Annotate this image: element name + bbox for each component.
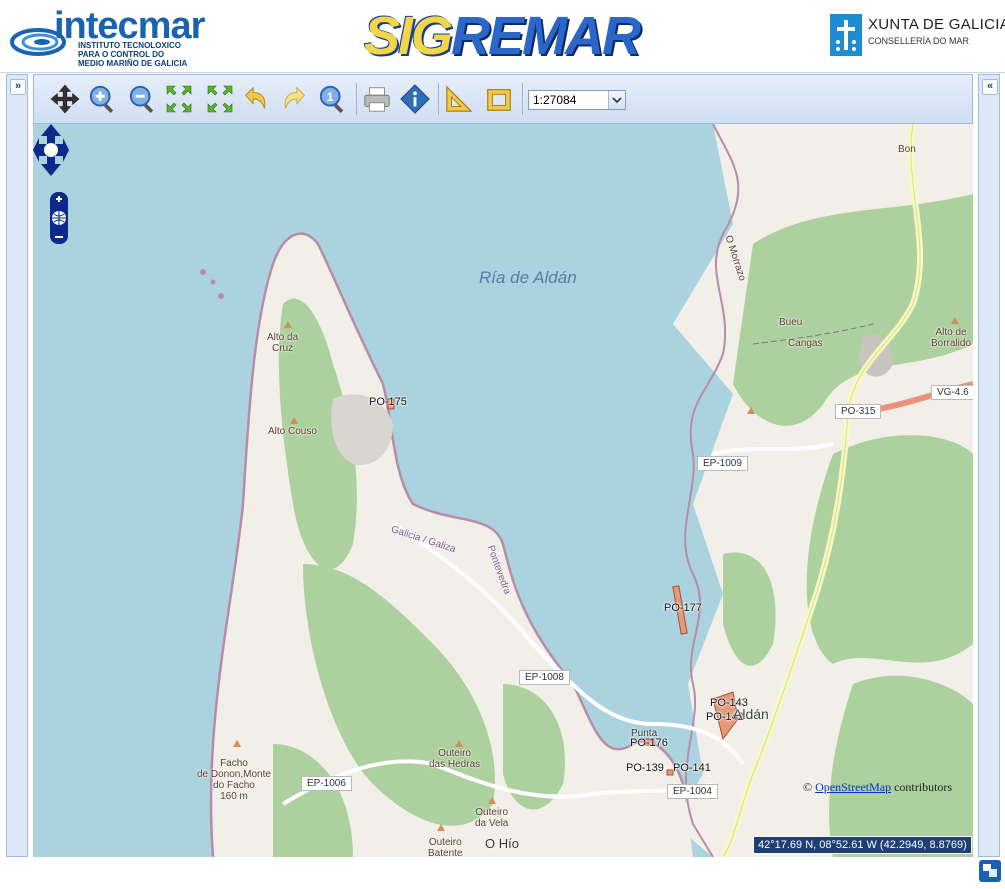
intecmar-logo[interactable]: intecmar INSTITUTO TECNOLOXICO PARA O CO… <box>10 4 210 68</box>
town-label: Aldán <box>733 706 769 722</box>
place-label-line: Outeiro <box>475 807 509 818</box>
place-label: Bueu <box>779 317 803 328</box>
measure-distance-icon[interactable] <box>444 83 474 115</box>
intecmar-subtitle-line: MEDIO MARIÑO DE GALICIA <box>78 59 188 68</box>
right-side-panel: « <box>978 74 1000 857</box>
town-label: O Hío <box>485 836 519 851</box>
xunta-cross-icon <box>836 20 856 51</box>
parcel-label[interactable]: PO-139 <box>626 762 664 774</box>
app-footer <box>0 857 1005 889</box>
undo-icon[interactable] <box>240 83 270 115</box>
intecmar-subtitle-line: PARA O CONTROL DO <box>78 50 165 59</box>
scale-select[interactable]: 1:27084 <box>528 90 626 110</box>
intecmar-subtitle-line: INSTITUTO TECNOLOXICO <box>78 41 181 50</box>
intecmar-wordmark: intecmar <box>54 5 205 47</box>
place-label: Facho de Donon,Monte do Facho 160 m <box>197 758 271 802</box>
bay-label: Ría de Aldán <box>479 268 577 287</box>
copyright-symbol: © <box>803 780 813 794</box>
road-label: EP-1004 <box>667 784 718 799</box>
toolbar-separator <box>356 83 357 115</box>
map-base-layer <box>200 124 973 857</box>
road-label: PO-315 <box>835 404 882 419</box>
place-label-line: do Facho <box>213 780 255 791</box>
place-label: Cangas <box>788 338 823 349</box>
zoom-to-scale-icon[interactable]: 1 <box>318 83 348 115</box>
place-label: Alto da Cruz <box>267 332 298 354</box>
xunta-logo[interactable]: XUNTA DE GALICIA CONSELLERÍA DO MAR <box>830 14 1005 58</box>
place-label-line: Borralido <box>931 338 972 349</box>
place-label: Outeiro da Vela <box>475 807 508 829</box>
place-label: Bon <box>898 144 916 155</box>
intecmar-subtitle: INSTITUTO TECNOLOXICO PARA O CONTROL DO … <box>78 41 187 68</box>
expand-left-panel-button[interactable]: » <box>10 79 26 95</box>
place-label-line: da Vela <box>475 818 509 829</box>
svg-text:1: 1 <box>327 90 334 104</box>
measure-area-icon[interactable] <box>484 83 514 115</box>
map-canvas[interactable]: Ría de Aldán PO-175 PO-177 PO-143 PO-142… <box>33 124 973 857</box>
sigremar-logo-part: REMAR <box>451 6 641 66</box>
road-label: VG-4.6 <box>931 385 973 400</box>
place-label-line: 160 m <box>220 791 248 802</box>
parcel-label[interactable]: PO-175 <box>369 396 407 408</box>
road-label: EP-1009 <box>697 456 748 471</box>
sigremar-logo: SIGREMAR <box>364 4 641 68</box>
toolbar-separator <box>522 83 523 115</box>
print-icon[interactable] <box>362 83 392 115</box>
toolbar-separator <box>438 83 439 115</box>
zoom-control <box>50 192 68 244</box>
xunta-title: XUNTA DE GALICIA <box>868 16 1005 33</box>
zoom-in-tool-icon[interactable] <box>88 83 118 115</box>
road-label: EP-1008 <box>519 670 570 685</box>
chevron-down-icon[interactable] <box>608 91 625 109</box>
scale-select-value: 1:27084 <box>533 93 577 107</box>
road-label: EP-1006 <box>301 776 352 791</box>
place-label: Outeiro Batente <box>428 837 462 857</box>
xunta-subtitle: CONSELLERÍA DO MAR <box>868 36 970 46</box>
map-toolbar: 1 1:27084 <box>33 74 973 124</box>
share-glyph <box>983 864 997 877</box>
parcel-label[interactable]: PO-141 <box>673 762 711 774</box>
place-label-line: das Hedras <box>429 759 481 770</box>
place-label-line: Batente <box>428 848 463 857</box>
coordinates-readout: 42°17.69 N, 08°52.61 W (42.2949, 8.8769) <box>753 836 972 854</box>
place-label-line: Facho <box>220 758 248 769</box>
map-attribution: © OpenStreetMap contributors <box>803 780 952 795</box>
place-label: Outeiro das Hedras <box>429 748 480 770</box>
xunta-shield-icon <box>830 14 862 56</box>
place-label-line: Alto da <box>267 332 299 343</box>
place-label-line: Cruz <box>272 343 294 354</box>
info-icon[interactable] <box>400 83 430 115</box>
attribution-text: contributors <box>894 780 953 794</box>
redo-icon[interactable] <box>280 83 310 115</box>
place-label-line: de Donon,Monte <box>197 769 271 780</box>
sigremar-logo-part: SIG <box>364 6 453 66</box>
pan-tool-icon[interactable] <box>50 83 80 115</box>
place-label-line: Alto de <box>935 327 967 338</box>
parcel-label[interactable]: PO-177 <box>664 602 702 614</box>
place-label: Punta <box>631 728 658 739</box>
zoom-control-icons[interactable] <box>50 192 68 244</box>
place-label: Alto Couso <box>268 426 317 437</box>
place-label-line: Outeiro <box>438 748 471 759</box>
openstreetmap-link[interactable]: OpenStreetMap <box>815 780 891 794</box>
app-header: intecmar INSTITUTO TECNOLOXICO PARA O CO… <box>0 0 1005 73</box>
zoom-out-tool-icon[interactable] <box>128 83 158 115</box>
place-label: Alto de Borralido <box>931 327 971 349</box>
expand-right-panel-button[interactable]: « <box>982 79 998 95</box>
place-label-line: Outeiro <box>428 837 462 848</box>
zoom-extent-arrows-icon[interactable] <box>164 83 238 115</box>
pan-control[interactable] <box>33 124 69 176</box>
left-side-panel: » <box>6 74 28 857</box>
share-icon[interactable] <box>979 860 1001 882</box>
